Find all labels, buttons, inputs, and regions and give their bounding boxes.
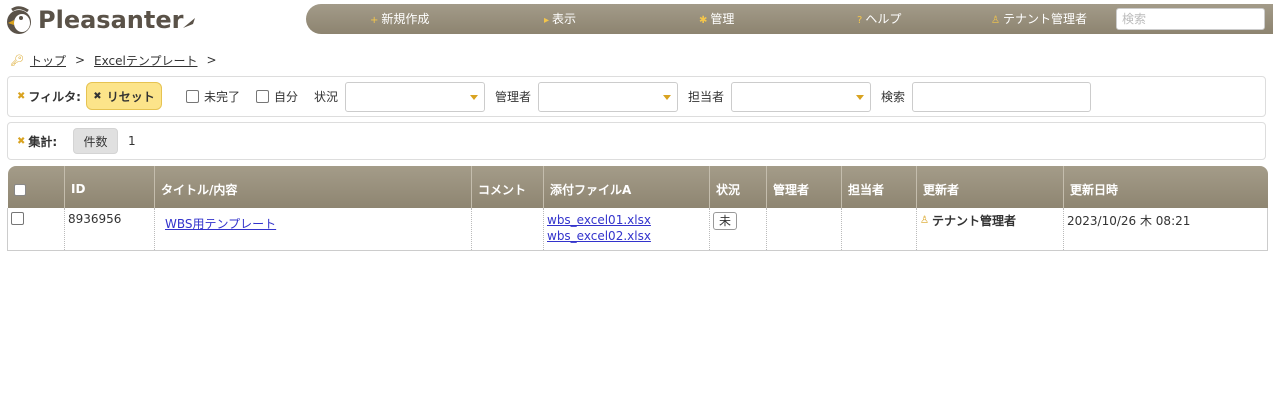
- column-header[interactable]: 更新者: [916, 166, 1064, 208]
- chevron-down-icon: [663, 95, 671, 100]
- filter-reset-button[interactable]: ✖ リセット: [86, 82, 162, 110]
- row-select-cell[interactable]: [7, 208, 65, 251]
- owner-filter-select[interactable]: [731, 82, 871, 112]
- close-icon: ✖: [17, 91, 26, 102]
- key-icon: 🔑︎: [10, 53, 24, 67]
- close-icon: ✖: [93, 90, 102, 102]
- title-cell: WBS用テンプレート: [154, 208, 472, 251]
- reset-label: リセット: [106, 89, 155, 104]
- nav-help-button[interactable]: ? ヘルプ: [857, 4, 901, 34]
- column-header[interactable]: ID: [64, 166, 155, 208]
- main-nav-bar: + 新規作成 ▸ 表示 ✱ 管理 ? ヘルプ ♙ テナント管理者: [306, 4, 1273, 34]
- owner-filter-label: 担当者: [688, 90, 725, 104]
- nav-user-button[interactable]: ♙ テナント管理者: [991, 4, 1087, 34]
- person-icon: ♙: [991, 15, 1000, 26]
- status-cell: 未: [709, 208, 767, 251]
- chevron-down-icon: [856, 95, 864, 100]
- breadcrumb-site-link[interactable]: Excelテンプレート: [94, 52, 197, 69]
- self-checkbox[interactable]: 自分: [256, 77, 298, 116]
- column-header[interactable]: 状況: [709, 166, 767, 208]
- column-header[interactable]: タイトル/内容: [154, 166, 472, 208]
- logo-bird-icon: [7, 6, 31, 34]
- manager-filter-label: 管理者: [495, 90, 532, 104]
- incomplete-label: 未完了: [204, 90, 241, 104]
- self-label: 自分: [274, 90, 299, 104]
- select-all-header[interactable]: [7, 166, 65, 208]
- gear-icon: ✱: [699, 15, 708, 26]
- column-header[interactable]: コメント: [471, 166, 544, 208]
- records-grid: ID タイトル/内容 コメント 添付ファイルA 状況 管理者 担当者 更新者 更…: [7, 166, 1268, 251]
- status-filter-label: 状況: [314, 90, 339, 104]
- nav-view-button[interactable]: ▸ 表示: [544, 4, 576, 34]
- select-all-checkbox[interactable]: [13, 183, 26, 196]
- updated-at-cell: 2023/10/26 木 08:21: [1063, 208, 1268, 251]
- column-header[interactable]: 担当者: [841, 166, 917, 208]
- nav-help-label: ヘルプ: [865, 12, 902, 26]
- record-title-link[interactable]: WBS用テンプレート: [165, 216, 468, 232]
- breadcrumb-top-link[interactable]: トップ: [30, 52, 66, 69]
- attachments-cell: wbs_excel01.xlsx wbs_excel02.xlsx: [543, 208, 710, 251]
- column-header[interactable]: 添付ファイルA: [543, 166, 710, 208]
- nav-manage-button[interactable]: ✱ 管理: [699, 4, 734, 34]
- attachment-link[interactable]: wbs_excel01.xlsx: [547, 212, 706, 228]
- manager-cell: [766, 208, 842, 251]
- plus-icon: +: [370, 15, 379, 26]
- triangle-right-icon: ▸: [544, 15, 550, 26]
- manager-filter-select[interactable]: [538, 82, 678, 112]
- owner-cell: [841, 208, 917, 251]
- header-search-input[interactable]: [1116, 8, 1265, 30]
- count-value: 1: [128, 134, 136, 148]
- comment-cell: [471, 208, 544, 251]
- status-filter-select[interactable]: [345, 82, 485, 112]
- aggregation-label[interactable]: ✖ 集計:: [17, 123, 57, 159]
- filter-label-text: フィルタ:: [28, 90, 81, 104]
- updater-cell: ♙ テナント管理者: [916, 208, 1064, 251]
- breadcrumb: 🔑︎ トップ > Excelテンプレート >: [10, 52, 226, 68]
- column-header[interactable]: 更新日時: [1063, 166, 1268, 208]
- attachment-link[interactable]: wbs_excel02.xlsx: [547, 228, 706, 244]
- chevron-down-icon: [470, 95, 478, 100]
- logo-swoosh-icon: [183, 18, 196, 28]
- status-badge: 未: [713, 212, 738, 230]
- checkbox[interactable]: [186, 90, 199, 103]
- person-icon: ♙: [920, 215, 929, 226]
- search-filter-label: 検索: [881, 90, 906, 104]
- logo-text: Pleasanter: [38, 6, 184, 34]
- question-icon: ?: [857, 15, 863, 26]
- aggregation-label-text: 集計:: [28, 134, 58, 149]
- nav-user-label: テナント管理者: [1002, 12, 1087, 26]
- breadcrumb-separator: >: [206, 53, 217, 67]
- checkbox[interactable]: [256, 90, 269, 103]
- column-header[interactable]: 管理者: [766, 166, 842, 208]
- filter-label[interactable]: ✖ フィルタ:: [17, 77, 81, 116]
- breadcrumb-separator: >: [74, 53, 86, 67]
- table-row[interactable]: 8936956 WBS用テンプレート wbs_excel01.xlsx wbs_…: [7, 208, 1268, 251]
- incomplete-checkbox[interactable]: 未完了: [186, 77, 240, 116]
- grid-header-row: ID タイトル/内容 コメント 添付ファイルA 状況 管理者 担当者 更新者 更…: [7, 166, 1268, 208]
- count-button[interactable]: 件数: [73, 128, 118, 154]
- aggregation-panel: ✖ 集計: 件数 1: [7, 122, 1266, 160]
- app-logo[interactable]: Pleasanter: [4, 4, 197, 36]
- filter-panel: ✖ フィルタ: ✖ リセット 未完了 自分 状況 管理者 担当者 検索: [7, 76, 1266, 117]
- nav-new-button[interactable]: + 新規作成: [370, 4, 429, 34]
- nav-new-label: 新規作成: [381, 12, 430, 26]
- row-checkbox[interactable]: [11, 212, 24, 225]
- nav-manage-label: 管理: [710, 12, 735, 26]
- nav-view-label: 表示: [552, 12, 577, 26]
- close-icon: ✖: [17, 135, 26, 147]
- updater-name: テナント管理者: [931, 214, 1016, 228]
- id-cell: 8936956: [64, 208, 155, 251]
- search-filter-input[interactable]: [912, 82, 1091, 112]
